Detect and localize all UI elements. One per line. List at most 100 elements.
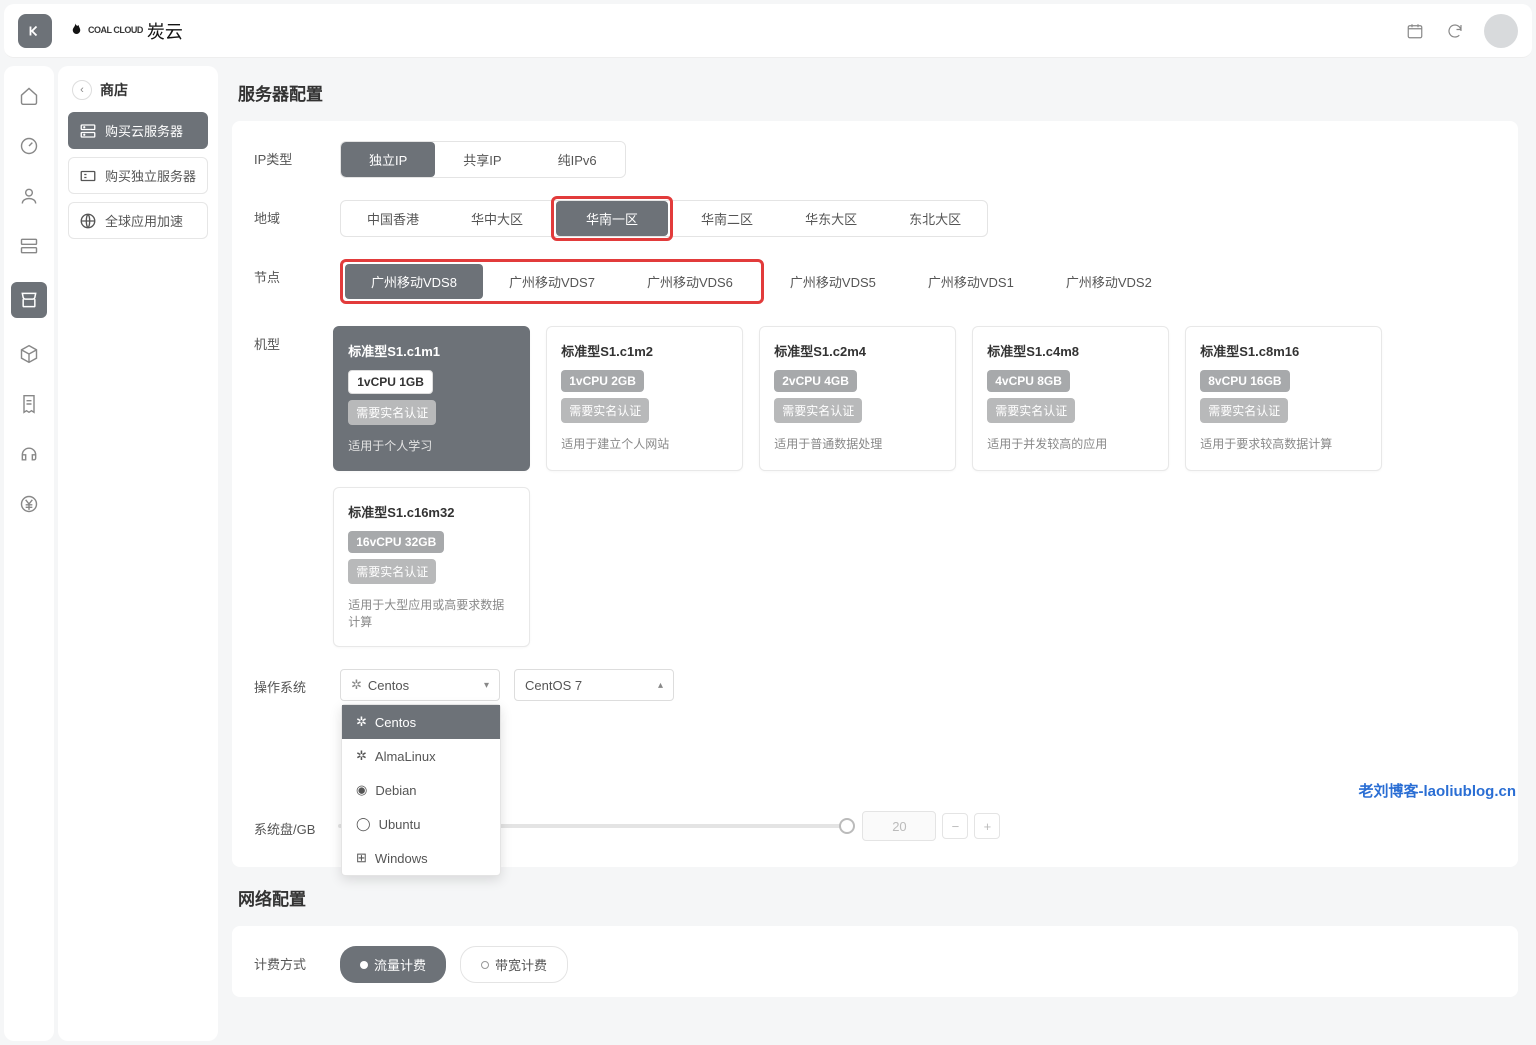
sidebar-title: 商店 xyxy=(100,80,128,100)
model-auth-tag: 需要实名认证 xyxy=(348,559,436,584)
sysdisk-value[interactable]: 20 xyxy=(862,811,936,841)
sidebar-item-label: 购买云服务器 xyxy=(105,121,183,140)
nav-dashboard[interactable] xyxy=(15,132,43,160)
billing-label: 流量计费 xyxy=(374,955,426,974)
model-card[interactable]: 标准型S1.c8m16 8vCPU 16GB 需要实名认证 适用于要求较高数据计… xyxy=(1185,326,1382,471)
collapse-sidebar-button[interactable] xyxy=(18,14,52,48)
label-billing: 计费方式 xyxy=(254,946,340,973)
label-model: 机型 xyxy=(254,326,333,353)
model-name: 标准型S1.c8m16 xyxy=(1200,341,1367,360)
section-title-server: 服务器配置 xyxy=(238,80,1518,105)
row-model: 机型 标准型S1.c1m1 1vCPU 1GB 需要实名认证 适用于个人学习标准… xyxy=(254,326,1496,647)
os-item-label: AlmaLinux xyxy=(375,749,436,764)
nav-receipt[interactable] xyxy=(15,390,43,418)
region-option[interactable]: 东北大区 xyxy=(883,201,987,236)
model-desc: 适用于个人学习 xyxy=(348,437,515,454)
globe-icon xyxy=(79,212,97,230)
yen-icon xyxy=(19,494,39,514)
os-dropdown-item[interactable]: ✲AlmaLinux xyxy=(342,739,500,773)
os-item-icon: ◯ xyxy=(356,816,371,832)
region-option[interactable]: 华南二区 xyxy=(675,201,779,236)
avatar[interactable] xyxy=(1484,14,1518,48)
node-option[interactable]: 广州移动VDS6 xyxy=(621,264,759,299)
os-item-label: Ubuntu xyxy=(379,817,421,832)
node-highlight: 广州移动VDS8 广州移动VDS7 广州移动VDS6 xyxy=(340,259,764,304)
ip-option-shared[interactable]: 共享IP xyxy=(435,142,529,177)
watermark: 老刘博客-laoliublog.cn xyxy=(1359,780,1517,801)
stepper-minus[interactable]: − xyxy=(942,813,968,839)
sidebar-header: ‹ 商店 xyxy=(68,80,208,100)
node-option[interactable]: 广州移动VDS2 xyxy=(1040,264,1178,299)
os-dropdown-item[interactable]: ◉ Debian xyxy=(342,773,500,807)
calendar-button[interactable] xyxy=(1404,20,1426,42)
sysdisk-stepper: 20 − + xyxy=(862,811,1000,841)
chevron-up-icon: ▴ xyxy=(658,680,663,691)
gauge-icon xyxy=(19,136,39,156)
refresh-button[interactable] xyxy=(1444,20,1466,42)
nav-home[interactable] xyxy=(15,82,43,110)
nav-shop[interactable] xyxy=(11,282,47,318)
stack-icon xyxy=(19,236,39,256)
node-option[interactable]: 广州移动VDS5 xyxy=(764,264,902,299)
region-option[interactable]: 华东大区 xyxy=(779,201,883,236)
node-option-active[interactable]: 广州移动VDS8 xyxy=(345,264,483,299)
flame-icon xyxy=(66,22,84,40)
model-spec-tag: 2vCPU 4GB xyxy=(774,370,857,392)
sidebar-item-buy-cloud[interactable]: 购买云服务器 xyxy=(68,112,208,149)
calendar-icon xyxy=(1406,22,1424,40)
model-spec-tag: 16vCPU 32GB xyxy=(348,531,444,553)
stepper-plus[interactable]: + xyxy=(974,813,1000,839)
os-item-icon: ◉ xyxy=(356,782,367,798)
os-dropdown-item[interactable]: ◯ Ubuntu xyxy=(342,807,500,841)
model-name: 标准型S1.c16m32 xyxy=(348,502,515,521)
model-card[interactable]: 标准型S1.c1m2 1vCPU 2GB 需要实名认证 适用于建立个人网站 xyxy=(546,326,743,471)
row-region: 地域 中国香港 华中大区 华南一区 华南二区 华东大区 东北大区 xyxy=(254,200,1496,237)
billing-traffic[interactable]: 流量计费 xyxy=(340,946,446,983)
sidebar-item-buy-dedicated[interactable]: 购买独立服务器 xyxy=(68,157,208,194)
os-version-select[interactable]: CentOS 7 ▴ xyxy=(514,669,674,701)
os-item-icon: ✲ xyxy=(356,714,367,730)
os-item-icon: ⊞ xyxy=(356,850,367,866)
ip-option-ipv6[interactable]: 纯IPv6 xyxy=(530,142,625,177)
user-icon xyxy=(19,186,39,206)
node-option[interactable]: 广州移动VDS1 xyxy=(902,264,1040,299)
model-spec-tag: 1vCPU 2GB xyxy=(561,370,644,392)
label-sysdisk: 系统盘/GB xyxy=(254,811,334,838)
section-title-network: 网络配置 xyxy=(238,885,1518,910)
region-option[interactable]: 中国香港 xyxy=(341,201,445,236)
model-name: 标准型S1.c4m8 xyxy=(987,341,1154,360)
os-dropdown-item[interactable]: ⊞Windows xyxy=(342,841,500,875)
nav-user[interactable] xyxy=(15,182,43,210)
region-option-active[interactable]: 华南一区 xyxy=(556,201,668,236)
nav-support[interactable] xyxy=(15,440,43,468)
slider-knob[interactable] xyxy=(839,818,855,834)
model-card[interactable]: 标准型S1.c4m8 4vCPU 8GB 需要实名认证 适用于并发较高的应用 xyxy=(972,326,1169,471)
nav-cube[interactable] xyxy=(15,340,43,368)
receipt-icon xyxy=(19,394,39,414)
model-card[interactable]: 标准型S1.c2m4 2vCPU 4GB 需要实名认证 适用于普通数据处理 xyxy=(759,326,956,471)
nav-servers[interactable] xyxy=(15,232,43,260)
model-card[interactable]: 标准型S1.c1m1 1vCPU 1GB 需要实名认证 适用于个人学习 xyxy=(333,326,530,471)
os-item-label: Centos xyxy=(375,715,416,730)
collapse-icon xyxy=(26,22,44,40)
topbar: COAL CLOUD 炭云 xyxy=(4,4,1532,58)
node-option[interactable]: 广州移动VDS7 xyxy=(483,264,621,299)
region-highlight: 华南一区 xyxy=(551,196,673,241)
sidebar-back-button[interactable]: ‹ xyxy=(72,80,92,100)
sidebar-item-global-accel[interactable]: 全球应用加速 xyxy=(68,202,208,239)
os-family-select[interactable]: ✲ Centos ▾ ✲Centos✲AlmaLinux◉Debian◯Ubun… xyxy=(340,669,500,701)
region-option[interactable]: 华中大区 xyxy=(445,201,549,236)
sidebar-item-label: 全球应用加速 xyxy=(105,211,183,230)
nav-billing[interactable] xyxy=(15,490,43,518)
billing-options: 流量计费 带宽计费 xyxy=(340,946,568,983)
billing-bandwidth[interactable]: 带宽计费 xyxy=(460,946,568,983)
server-icon xyxy=(79,122,97,140)
model-desc: 适用于要求较高数据计算 xyxy=(1200,435,1367,452)
model-name: 标准型S1.c2m4 xyxy=(774,341,941,360)
seg-ip-type: 独立IP 共享IP 纯IPv6 xyxy=(340,141,626,178)
os-item-label: Debian xyxy=(375,783,416,798)
sysdisk-control: 20 − + xyxy=(334,811,1496,841)
ip-option-dedicated[interactable]: 独立IP xyxy=(341,142,435,177)
model-card[interactable]: 标准型S1.c16m32 16vCPU 32GB 需要实名认证 适用于大型应用或… xyxy=(333,487,530,647)
os-dropdown-item[interactable]: ✲ Centos xyxy=(342,705,500,739)
